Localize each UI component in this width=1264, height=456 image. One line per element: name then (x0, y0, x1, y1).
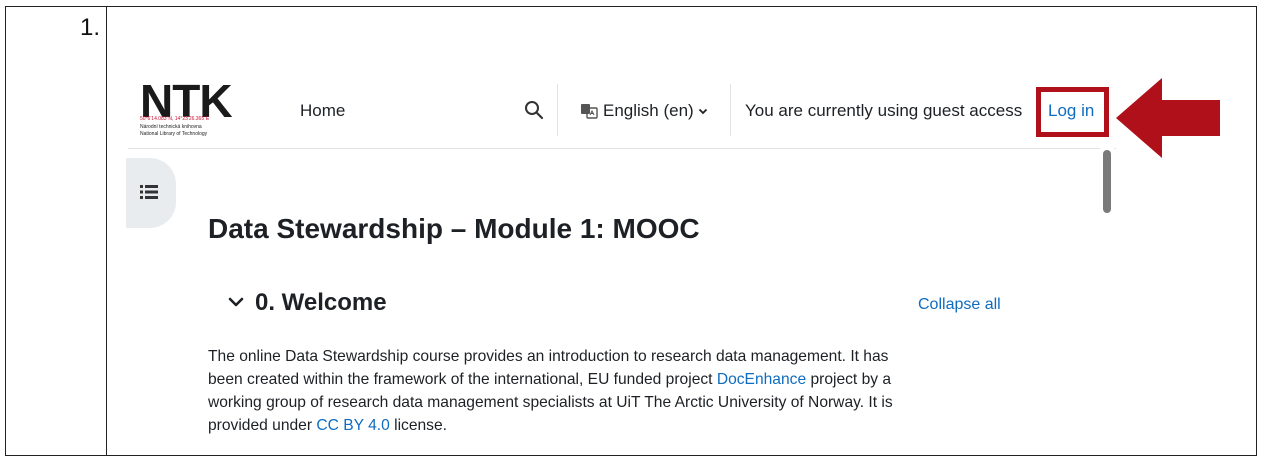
description-text: been created within the framework of the… (208, 371, 717, 388)
section-title[interactable]: 0. Welcome (255, 289, 387, 317)
frame-divider (106, 6, 107, 456)
description-line: working group of research data managemen… (208, 394, 893, 411)
collapse-all-link[interactable]: Collapse all (918, 296, 1001, 314)
description-text: provided under (208, 417, 317, 434)
login-link[interactable]: Log in (1048, 101, 1094, 121)
chevron-down-icon (698, 108, 707, 115)
nav-separator (730, 84, 731, 136)
guest-access-text: You are currently using guest access (745, 101, 1023, 120)
chevron-down-icon[interactable] (228, 296, 244, 308)
language-menu[interactable]: English (en) (580, 101, 708, 121)
description-text: license. (389, 417, 447, 434)
logo-name-english: National Library of Technology (140, 131, 208, 137)
description-line: provided under CC BY 4.0 license. (208, 414, 1008, 437)
course-index-toggle-button[interactable] (126, 158, 176, 228)
language-icon (581, 104, 598, 119)
course-description: The online Data Stewardship course provi… (208, 345, 1008, 437)
step-number: 1. (80, 14, 101, 41)
license-link[interactable]: CC BY 4.0 (316, 417, 389, 434)
nav-separator (557, 84, 558, 136)
course-title: Data Stewardship – Module 1: MOOC (208, 213, 700, 244)
scrollbar-thumb[interactable] (1103, 150, 1111, 213)
language-label: English (en) (603, 101, 694, 120)
search-icon[interactable] (524, 100, 544, 120)
logo-name-czech: Národní technická knihovna (140, 124, 202, 130)
nav-home-link[interactable]: Home (300, 101, 345, 121)
docenhance-link[interactable]: DocEnhance (717, 371, 806, 388)
description-line: been created within the framework of the… (208, 368, 1008, 391)
site-logo[interactable]: NTK 50°6'14.083"N, 14°23'26.365"E Národn… (140, 78, 260, 146)
description-text: project by a (806, 371, 892, 388)
logo-coordinates: 50°6'14.083"N, 14°23'26.365"E (140, 116, 210, 122)
description-line: The online Data Stewardship course provi… (208, 348, 889, 365)
arrow-left-icon (1116, 78, 1220, 158)
course-index-icon (140, 185, 158, 199)
